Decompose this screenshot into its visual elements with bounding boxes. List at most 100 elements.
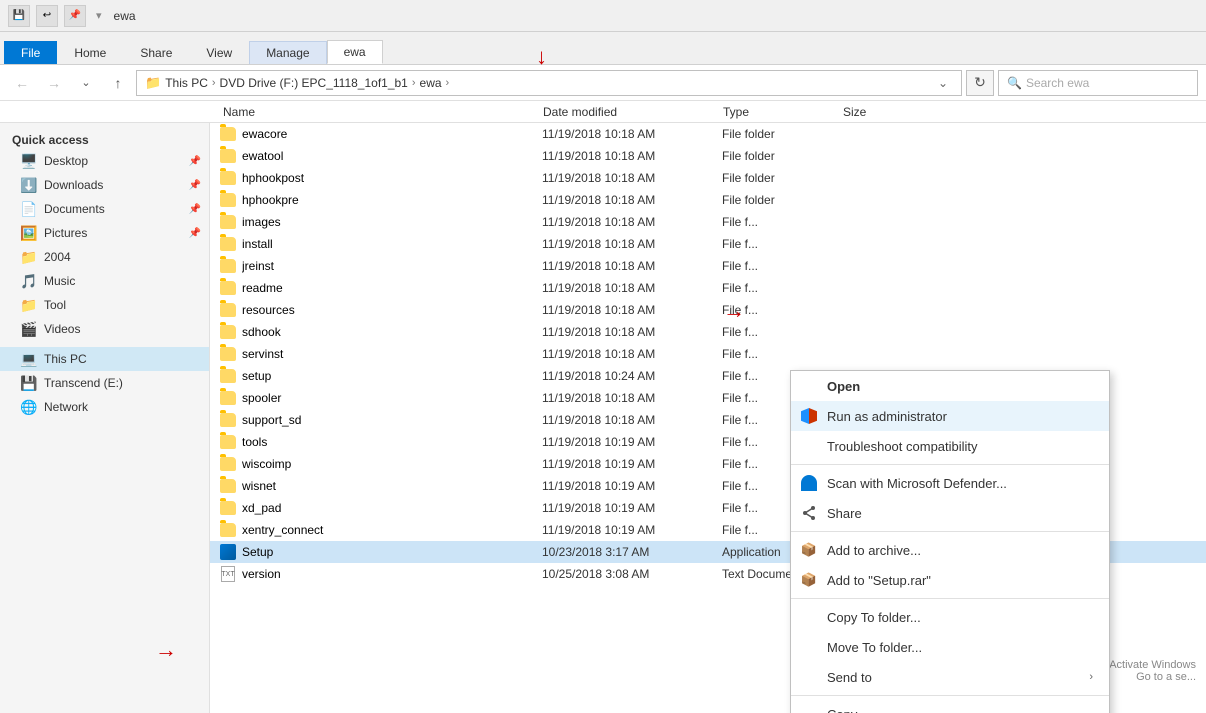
- tab-context-name[interactable]: ewa: [327, 40, 383, 64]
- pin-pictures-icon: 📌: [189, 228, 201, 239]
- file-type: File f...: [722, 237, 842, 251]
- cm-troubleshoot[interactable]: Troubleshoot compatibility: [791, 431, 1109, 461]
- file-row[interactable]: ewacore 11/19/2018 10:18 AM File folder: [210, 123, 1206, 145]
- sidebar-label-network: Network: [44, 400, 201, 414]
- col-header-size[interactable]: Size: [835, 105, 935, 119]
- col-header-name[interactable]: Name: [215, 105, 535, 119]
- arrow-down: ↓: [536, 44, 547, 70]
- address-bar[interactable]: 📁 This PC › DVD Drive (F:) EPC_1118_1of1…: [136, 70, 962, 96]
- path-thispc[interactable]: This PC: [165, 76, 208, 90]
- tab-home[interactable]: Home: [57, 41, 123, 64]
- pin-documents-icon: 📌: [189, 204, 201, 215]
- cm-share-icon: [799, 503, 819, 523]
- folder-icon: [220, 479, 236, 493]
- file-name: readme: [242, 281, 542, 295]
- cm-divider-3: [791, 598, 1109, 599]
- folder-icon: [220, 391, 236, 405]
- sidebar-item-transcend[interactable]: 💾 Transcend (E:): [0, 371, 209, 395]
- path-ewa[interactable]: ewa: [420, 76, 442, 90]
- file-row[interactable]: resources 11/19/2018 10:18 AM File f...: [210, 299, 1206, 321]
- music-icon: 🎵: [20, 272, 38, 290]
- desktop-icon: 🖥️: [20, 152, 38, 170]
- search-bar[interactable]: 🔍 Search ewa: [998, 70, 1198, 96]
- file-icon-cell: [218, 168, 238, 188]
- sidebar-item-2004[interactable]: 📁 2004: [0, 245, 209, 269]
- file-icon-cell: [218, 344, 238, 364]
- txt-icon: TXT: [221, 566, 235, 582]
- folder-icon: [220, 325, 236, 339]
- file-row[interactable]: sdhook 11/19/2018 10:18 AM File f...: [210, 321, 1206, 343]
- sidebar-item-desktop[interactable]: 🖥️ Desktop 📌: [0, 149, 209, 173]
- sidebar-item-documents[interactable]: 📄 Documents 📌: [0, 197, 209, 221]
- network-icon: 🌐: [20, 398, 38, 416]
- file-icon-cell: [218, 366, 238, 386]
- download-icon: ⬇️: [20, 176, 38, 194]
- app-icon: [220, 544, 236, 560]
- col-header-type[interactable]: Type: [715, 105, 835, 119]
- file-row[interactable]: hphookpre 11/19/2018 10:18 AM File folde…: [210, 189, 1206, 211]
- save-icon[interactable]: 💾: [8, 5, 30, 27]
- file-icon-cell: [218, 432, 238, 452]
- file-type: File folder: [722, 193, 842, 207]
- search-placeholder: Search ewa: [1026, 76, 1089, 90]
- back-button[interactable]: ←: [8, 69, 36, 97]
- tab-file[interactable]: File: [4, 41, 57, 64]
- path-dvd[interactable]: DVD Drive (F:) EPC_1118_1of1_b1: [220, 76, 408, 90]
- cm-copy[interactable]: Copy: [791, 699, 1109, 713]
- refresh-button[interactable]: ↻: [966, 70, 994, 96]
- cm-send-to[interactable]: Send to ›: [791, 662, 1109, 692]
- recent-button[interactable]: ⌄: [72, 69, 100, 97]
- file-row[interactable]: readme 11/19/2018 10:18 AM File f...: [210, 277, 1206, 299]
- tab-share[interactable]: Share: [123, 41, 189, 64]
- sidebar-item-pictures[interactable]: 🖼️ Pictures 📌: [0, 221, 209, 245]
- pin-icon[interactable]: 📌: [64, 5, 86, 27]
- folder-icon: [220, 149, 236, 163]
- up-button[interactable]: ↑: [104, 69, 132, 97]
- cm-add-archive[interactable]: 📦 Add to archive...: [791, 535, 1109, 565]
- cm-copy-to[interactable]: Copy To folder...: [791, 602, 1109, 632]
- context-menu: Open Run as administrator Troubleshoot c…: [790, 370, 1110, 713]
- cm-archive-icon: 📦: [799, 540, 819, 560]
- tab-view[interactable]: View: [189, 41, 249, 64]
- file-row[interactable]: ewatool 11/19/2018 10:18 AM File folder: [210, 145, 1206, 167]
- sidebar-item-music[interactable]: 🎵 Music: [0, 269, 209, 293]
- tab-manage[interactable]: Manage: [249, 41, 326, 64]
- file-name: support_sd: [242, 413, 542, 427]
- arrow-right-2: →: [155, 637, 177, 663]
- file-name: ewacore: [242, 127, 542, 141]
- cm-move-to[interactable]: Move To folder...: [791, 632, 1109, 662]
- cm-share[interactable]: Share: [791, 498, 1109, 528]
- cm-scan-defender[interactable]: Scan with Microsoft Defender...: [791, 468, 1109, 498]
- file-row[interactable]: servinst 11/19/2018 10:18 AM File f...: [210, 343, 1206, 365]
- file-row[interactable]: hphookpost 11/19/2018 10:18 AM File fold…: [210, 167, 1206, 189]
- forward-button[interactable]: →: [40, 69, 68, 97]
- cm-add-setup-rar[interactable]: 📦 Add to "Setup.rar": [791, 565, 1109, 595]
- cm-sendto-icon: [799, 667, 819, 687]
- file-name: install: [242, 237, 542, 251]
- folder-icon: [220, 215, 236, 229]
- address-dropdown[interactable]: ⌄: [933, 76, 953, 90]
- file-name: ewatool: [242, 149, 542, 163]
- file-icon-cell: [218, 410, 238, 430]
- sidebar-item-network[interactable]: 🌐 Network: [0, 395, 209, 419]
- cm-run-as-admin[interactable]: Run as administrator: [791, 401, 1109, 431]
- sidebar-label-2004: 2004: [44, 250, 201, 264]
- file-row[interactable]: images 11/19/2018 10:18 AM File f...: [210, 211, 1206, 233]
- file-row[interactable]: install 11/19/2018 10:18 AM File f...: [210, 233, 1206, 255]
- file-date: 11/19/2018 10:18 AM: [542, 259, 722, 273]
- undo-icon[interactable]: ↩: [36, 5, 58, 27]
- file-type: File folder: [722, 171, 842, 185]
- file-icon-cell: TXT: [218, 564, 238, 584]
- cm-troubleshoot-icon: [799, 436, 819, 456]
- file-row[interactable]: jreinst 11/19/2018 10:18 AM File f...: [210, 255, 1206, 277]
- cm-open[interactable]: Open: [791, 371, 1109, 401]
- sidebar-quick-access-header[interactable]: Quick access: [0, 127, 209, 149]
- sidebar-item-downloads[interactable]: ⬇️ Downloads 📌: [0, 173, 209, 197]
- file-date: 10/25/2018 3:08 AM: [542, 567, 722, 581]
- pin-downloads-icon: 📌: [189, 180, 201, 191]
- sidebar-item-tool[interactable]: 📁 Tool: [0, 293, 209, 317]
- cm-moveto-icon: [799, 637, 819, 657]
- sidebar-item-thispc[interactable]: 💻 This PC: [0, 347, 209, 371]
- sidebar-item-videos[interactable]: 🎬 Videos: [0, 317, 209, 341]
- col-header-date[interactable]: Date modified: [535, 105, 715, 119]
